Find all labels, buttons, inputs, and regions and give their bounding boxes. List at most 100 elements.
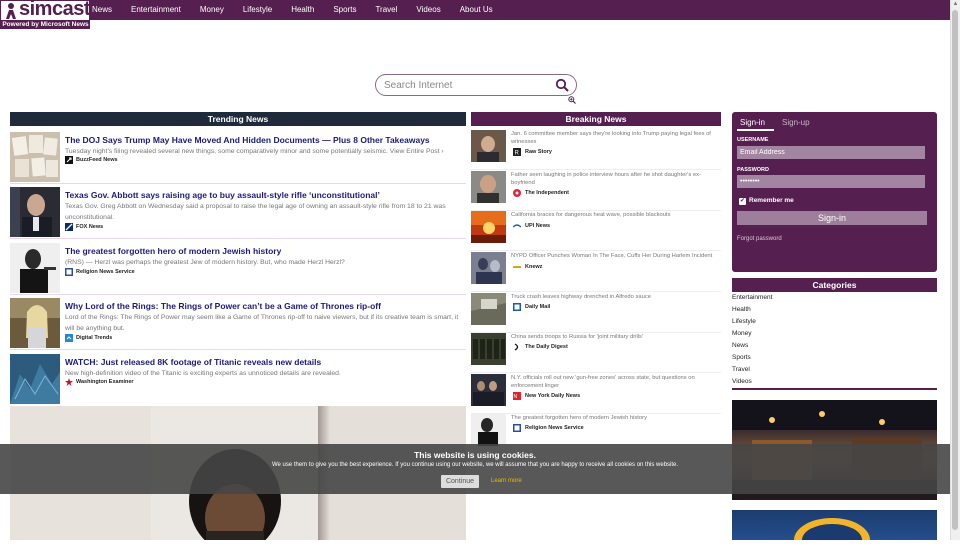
active-tab-indicator — [737, 129, 774, 131]
trending-title[interactable]: The DOJ Says Trump May Have Moved And Hi… — [65, 135, 465, 145]
trending-item[interactable]: Why Lord of the Rings: The Rings of Powe… — [10, 298, 466, 350]
breaking-thumbnail[interactable] — [471, 252, 506, 284]
breaking-thumbnail[interactable] — [471, 414, 506, 446]
source-label: FOX News — [76, 224, 104, 230]
categories-heading: Categories — [732, 278, 937, 292]
breaking-title[interactable]: Father seen laughing in police interview… — [511, 171, 719, 187]
breaking-title[interactable]: The greatest forgotten hero of modern Je… — [511, 414, 719, 422]
cookie-title: This website is using cookies. — [414, 450, 536, 460]
breaking-item[interactable]: NYPD Officer Punches Woman In The Face, … — [471, 252, 721, 292]
remember-me-checkbox[interactable]: ✔ — [739, 198, 746, 205]
breaking-thumbnail[interactable] — [471, 171, 506, 203]
remember-me-label: Remember me — [749, 197, 794, 204]
category-news[interactable]: News — [732, 340, 937, 352]
signin-panel: Sign-in Sign-up USERNAME PASSWORD ✔ Reme… — [732, 112, 937, 272]
category-travel[interactable]: Travel — [732, 364, 937, 376]
breaking-item[interactable]: Jan. 6 committee member says they're loo… — [471, 130, 721, 170]
source-label: Religion News Service — [76, 269, 135, 275]
scrollbar-thumb[interactable] — [952, 10, 958, 530]
search-box — [375, 74, 577, 96]
trending-description: (RNS) — Herzl was perhaps the greatest J… — [65, 259, 345, 266]
breaking-title[interactable]: N.Y. officials roll out new 'gun-free zo… — [511, 374, 719, 390]
trending-title[interactable]: WATCH: Just released 8K footage of Titan… — [65, 357, 465, 367]
password-field[interactable] — [737, 175, 925, 188]
breaking-source: N New York Daily News — [513, 392, 580, 400]
category-videos[interactable]: Videos — [732, 376, 937, 388]
breaking-source: R Raw Story — [513, 148, 552, 156]
nav-lifestyle[interactable]: Lifestyle — [243, 0, 272, 20]
category-money[interactable]: Money — [732, 328, 937, 340]
nav-money[interactable]: Money — [200, 0, 224, 20]
breaking-thumbnail[interactable] — [471, 333, 506, 365]
nav-entertainment[interactable]: Entertainment — [131, 0, 181, 20]
source-label: Knewz — [525, 264, 543, 270]
breaking-thumbnail[interactable] — [471, 211, 506, 243]
breaking-thumbnail[interactable] — [471, 130, 506, 162]
trending-source: Washington Examiner — [65, 378, 134, 386]
breaking-title[interactable]: Truck crash leaves highway drenched in A… — [511, 293, 719, 301]
search-input[interactable] — [384, 78, 549, 93]
trending-thumbnail[interactable] — [10, 243, 60, 293]
nav-travel[interactable]: Travel — [375, 0, 397, 20]
breaking-title[interactable]: China sends troops to Russia for 'joint … — [511, 333, 719, 341]
category-lifestyle[interactable]: Lifestyle — [732, 316, 937, 328]
trending-thumbnail[interactable] — [10, 298, 60, 348]
breaking-source: UPI News — [513, 222, 550, 230]
trending-title[interactable]: Texas Gov. Abbott says raising age to bu… — [65, 190, 465, 200]
breaking-thumbnail[interactable] — [471, 293, 506, 325]
trending-thumbnail[interactable] — [10, 187, 60, 237]
cookie-continue-button[interactable]: Continue — [441, 475, 479, 488]
tab-signin[interactable]: Sign-in — [740, 118, 765, 127]
simcast-logo[interactable]: simcast Powered by Microsoft News — [0, 0, 91, 29]
search-icon[interactable] — [555, 78, 569, 92]
breaking-item[interactable]: California braces for dangerous heat wav… — [471, 211, 721, 251]
category-sports[interactable]: Sports — [732, 352, 937, 364]
breaking-title[interactable]: NYPD Officer Punches Woman In The Face, … — [511, 252, 719, 260]
religion-news-logo-icon — [65, 268, 73, 276]
username-field[interactable] — [737, 146, 925, 159]
nav-about-us[interactable]: About Us — [460, 0, 493, 20]
digital-trends-logo-icon — [65, 334, 73, 342]
nav-videos[interactable]: Videos — [416, 0, 440, 20]
trending-source: Digital Trends — [65, 334, 112, 342]
trending-item[interactable]: WATCH: Just released 8K footage of Titan… — [10, 354, 466, 406]
trending-description: Tuesday night's filing revealed several … — [65, 148, 444, 155]
source-label: BuzzFeed News — [76, 157, 118, 163]
buzzfeed-logo-icon — [65, 156, 73, 164]
nav-sports[interactable]: Sports — [333, 0, 356, 20]
breaking-item[interactable]: N.Y. officials roll out new 'gun-free zo… — [471, 374, 721, 414]
breaking-source: Daily Mail — [513, 303, 550, 311]
nav-health[interactable]: Health — [291, 0, 314, 20]
category-entertainment[interactable]: Entertainment — [732, 292, 937, 304]
breaking-item[interactable]: Truck crash leaves highway drenched in A… — [471, 293, 721, 333]
breaking-title[interactable]: Jan. 6 committee member says they're loo… — [511, 130, 719, 146]
trending-item[interactable]: The greatest forgotten hero of modern Je… — [10, 243, 466, 295]
trending-title[interactable]: The greatest forgotten hero of modern Je… — [65, 246, 465, 256]
forgot-password-link[interactable]: Forgot password — [737, 236, 782, 242]
tab-signup[interactable]: Sign-up — [782, 118, 810, 127]
source-label: The Independent — [525, 190, 569, 196]
trending-thumbnail[interactable] — [10, 132, 60, 182]
trending-item[interactable]: The DOJ Says Trump May Have Moved And Hi… — [10, 132, 466, 184]
breaking-source: Religion News Service — [513, 424, 584, 432]
sidebar-promo-photo[interactable] — [732, 510, 937, 540]
breaking-thumbnail[interactable] — [471, 374, 506, 406]
nav-news[interactable]: News — [92, 0, 112, 20]
category-health[interactable]: Health — [732, 304, 937, 316]
breaking-item[interactable]: China sends troops to Russia for 'joint … — [471, 333, 721, 373]
breaking-title[interactable]: California braces for dangerous heat wav… — [511, 211, 719, 219]
trending-news-heading: Trending News — [10, 112, 466, 126]
cookie-learn-more-link[interactable]: Learn more — [491, 478, 522, 484]
trending-title[interactable]: Why Lord of the Rings: The Rings of Powe… — [65, 301, 465, 311]
zoom-in-icon[interactable] — [568, 96, 576, 104]
breaking-item[interactable]: Father seen laughing in police interview… — [471, 171, 721, 211]
knewz-logo-icon — [513, 263, 521, 271]
trending-description: Texas Gov. Greg Abbott on Wednesday said… — [65, 203, 446, 221]
signin-button[interactable]: Sign-in — [737, 211, 927, 225]
trending-item[interactable]: Texas Gov. Abbott says raising age to bu… — [10, 187, 466, 239]
trending-source: FOX News — [65, 223, 103, 231]
scroll-up-arrow-icon[interactable]: ▲ — [951, 0, 960, 9]
svg-text:R: R — [515, 151, 520, 157]
trending-thumbnail[interactable] — [10, 354, 60, 404]
logo-tagline: Powered by Microsoft News — [1, 20, 90, 29]
